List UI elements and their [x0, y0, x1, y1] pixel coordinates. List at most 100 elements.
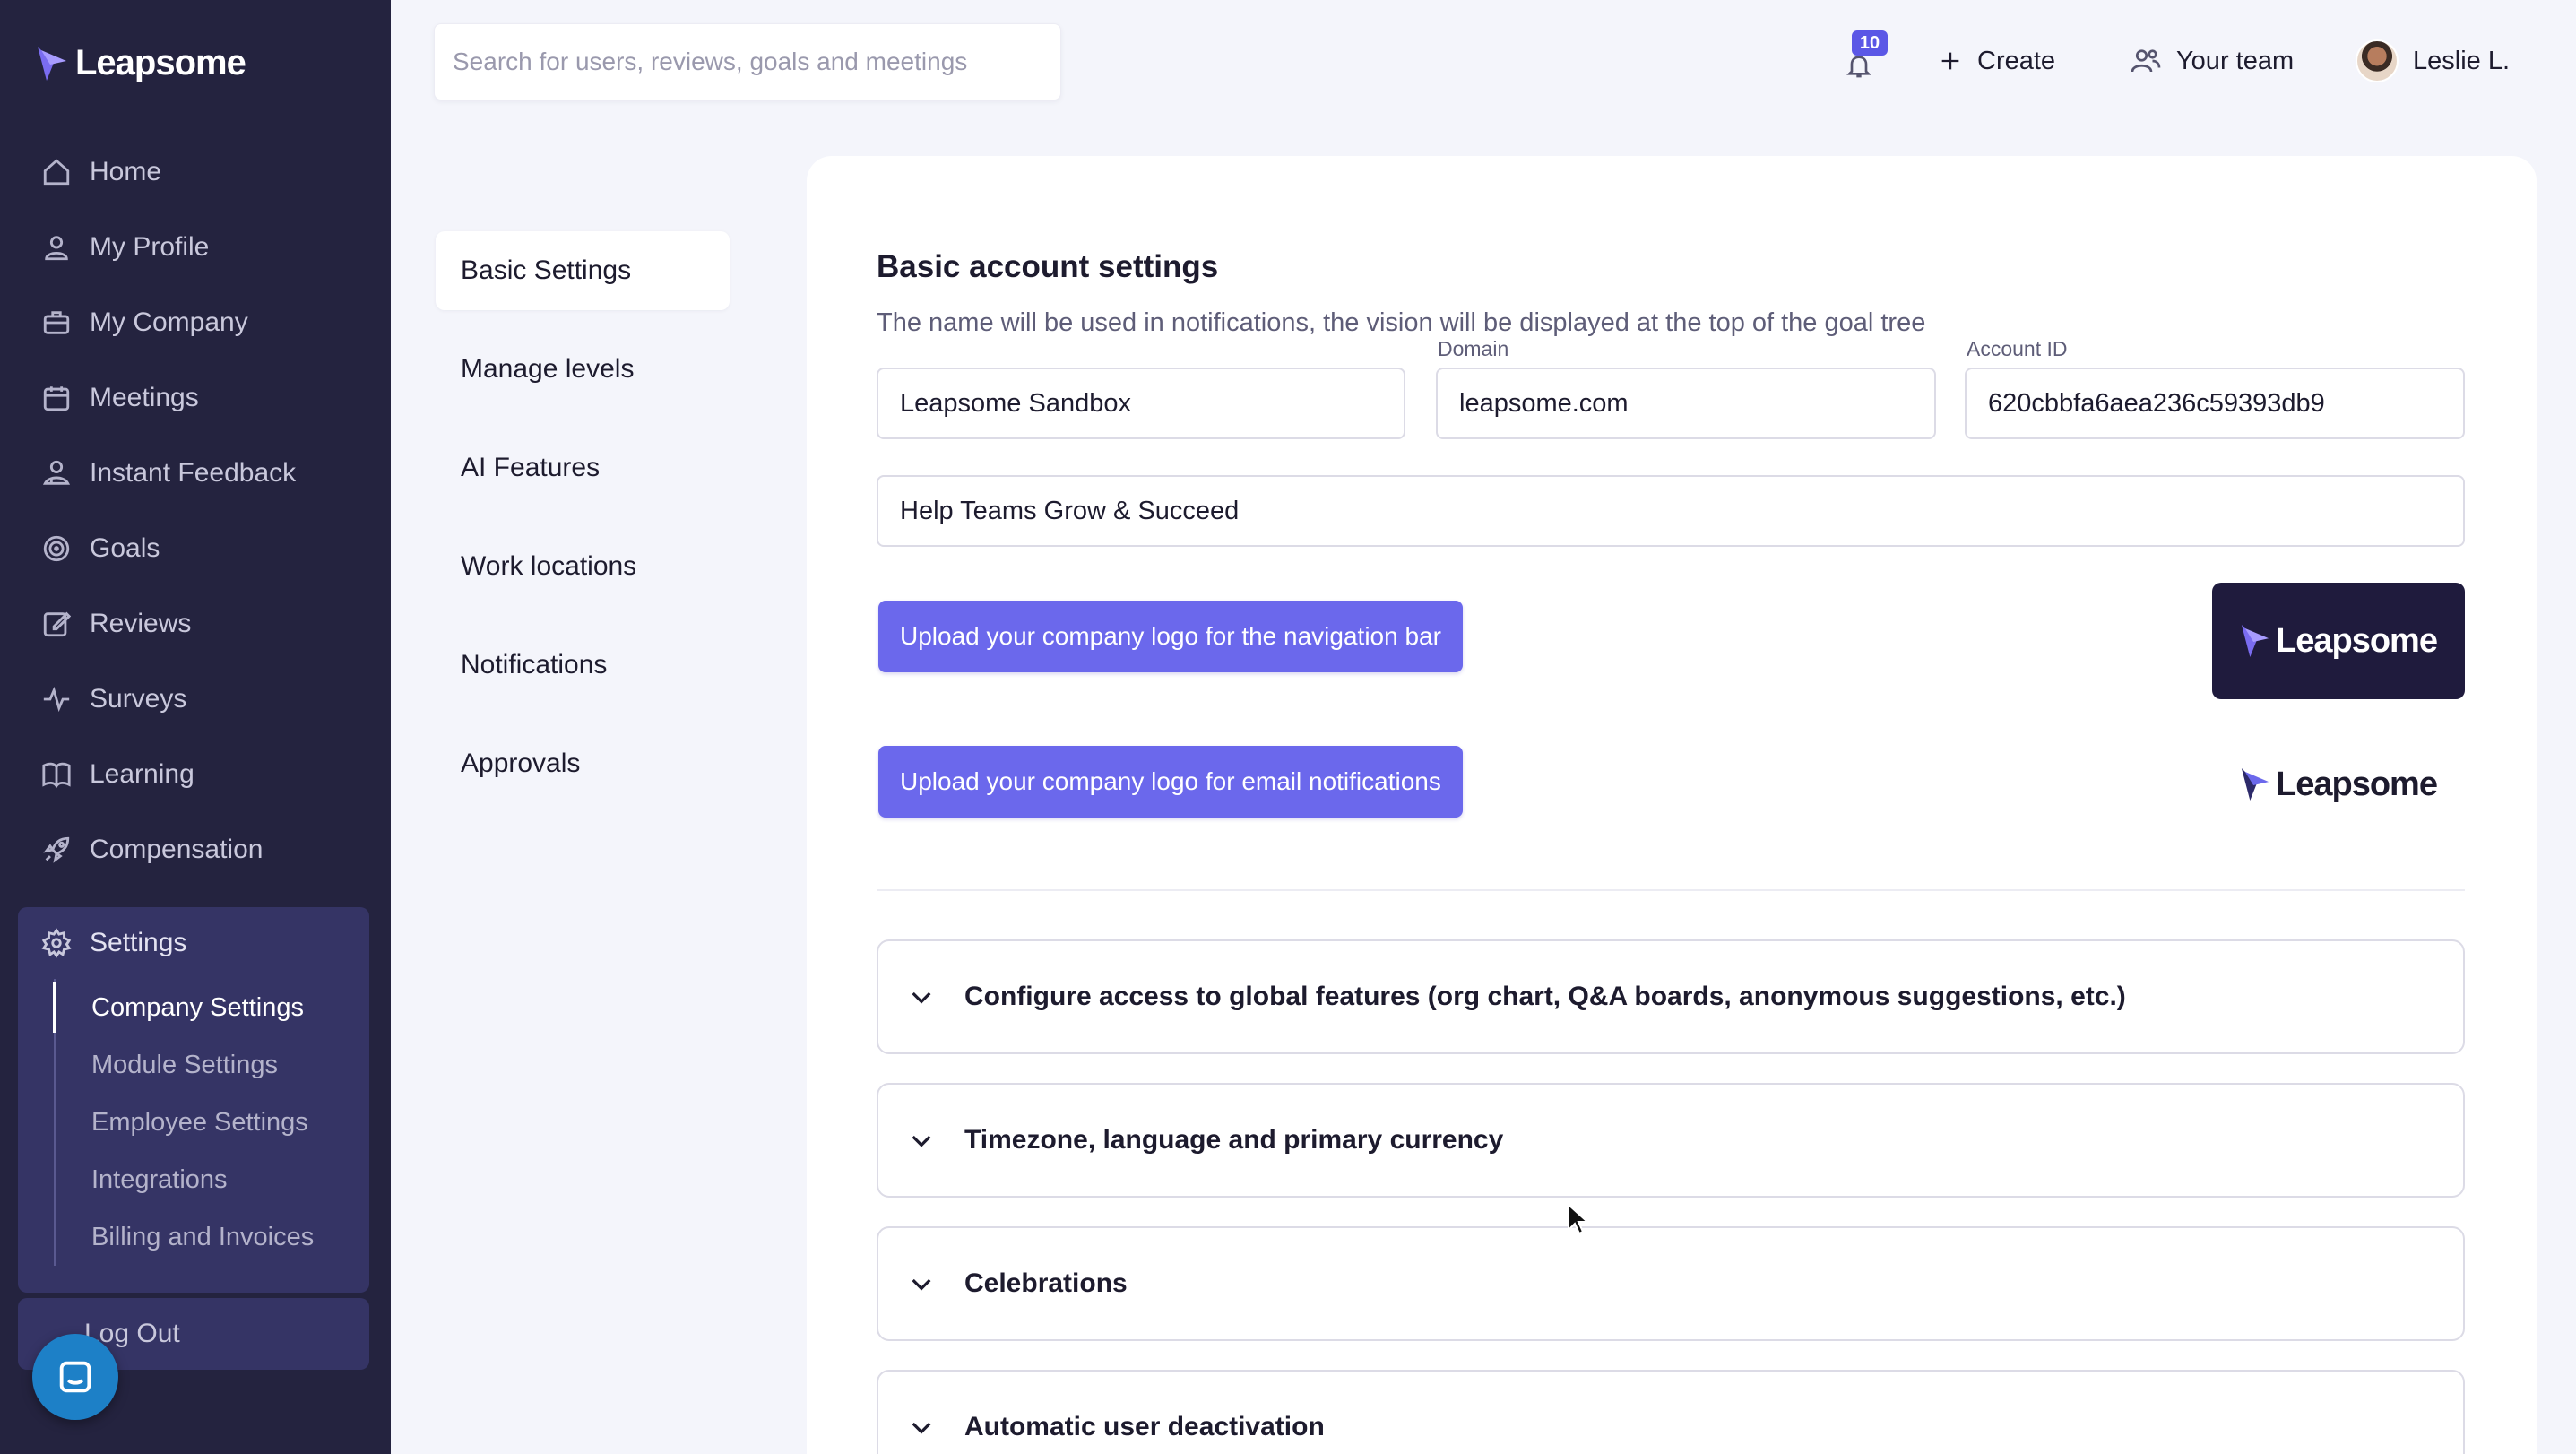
sidebar-subitem-billing-and-invoices[interactable]: Billing and Invoices	[56, 1208, 369, 1266]
upload-email-logo-button[interactable]: Upload your company logo for email notif…	[878, 746, 1463, 818]
user-menu[interactable]: Leslie L.	[2356, 36, 2510, 86]
your-team-label: Your team	[2176, 46, 2295, 75]
sidebar-item-reviews[interactable]: Reviews	[0, 586, 391, 662]
briefcase-icon	[43, 311, 70, 334]
main-nav: Home My Profile My Company Meetings Inst…	[0, 134, 391, 887]
subnav-basic-settings[interactable]: Basic Settings	[436, 231, 730, 310]
sidebar-subitem-company-settings[interactable]: Company Settings	[53, 979, 369, 1036]
sidebar-subitem-integrations[interactable]: Integrations	[56, 1151, 369, 1208]
accordion-label: Automatic user deactivation	[964, 1412, 1325, 1441]
home-icon	[43, 159, 70, 186]
account-id-input[interactable]	[1967, 369, 2463, 437]
sidebar-item-label: Compensation	[90, 835, 264, 864]
company-name-input[interactable]	[878, 369, 1404, 437]
sidebar-item-label: Instant Feedback	[90, 458, 297, 488]
subnav-approvals[interactable]: Approvals	[436, 724, 730, 803]
subnav-manage-levels[interactable]: Manage levels	[436, 330, 730, 409]
feedback-icon	[42, 460, 71, 485]
chevron-down-icon	[912, 991, 931, 1004]
team-icon	[2131, 49, 2161, 73]
chat-launcher-button[interactable]	[32, 1334, 118, 1420]
sidebar-item-label: My Company	[90, 307, 248, 337]
nav-logo-preview-text: Leapsome	[2276, 621, 2438, 660]
sidebar-item-label: Settings	[90, 928, 187, 957]
mouse-cursor-icon	[1568, 1203, 1590, 1235]
email-logo-preview-text: Leapsome	[2276, 765, 2438, 803]
sidebar-item-label: My Profile	[90, 232, 210, 262]
accordion-label: Configure access to global features (org…	[964, 982, 2126, 1011]
section-description: The name will be used in notifications, …	[877, 308, 1926, 337]
sidebar-item-settings[interactable]: Settings	[18, 907, 369, 979]
sidebar-item-goals[interactable]: Goals	[0, 511, 391, 586]
page-title: Basic account settings	[877, 249, 1219, 284]
target-icon	[43, 535, 70, 562]
domain-label: Domain	[1438, 337, 1509, 360]
sidebar-item-my-profile[interactable]: My Profile	[0, 210, 391, 285]
settings-card: Basic account settings The name will be …	[807, 156, 2537, 1454]
leapsome-bird-icon	[2241, 625, 2269, 657]
sidebar: Leapsome Home My Profile My Company Meet…	[0, 0, 391, 1454]
divider	[877, 889, 2465, 891]
search-input[interactable]	[435, 24, 1060, 100]
subnav-notifications[interactable]: Notifications	[436, 626, 730, 705]
chevron-down-icon	[912, 1422, 931, 1434]
sidebar-item-label: Surveys	[90, 684, 187, 714]
accordion-timezone-language-currency[interactable]: Timezone, language and primary currency	[877, 1083, 2465, 1198]
chat-icon	[59, 1361, 91, 1393]
sidebar-item-meetings[interactable]: Meetings	[0, 360, 391, 436]
sidebar-subitem-employee-settings[interactable]: Employee Settings	[56, 1094, 369, 1151]
sidebar-item-instant-feedback[interactable]: Instant Feedback	[0, 436, 391, 511]
edit-icon	[43, 611, 72, 637]
sidebar-item-learning[interactable]: Learning	[0, 737, 391, 812]
domain-field[interactable]: Domain	[1436, 337, 1936, 439]
notifications-button[interactable]: 10	[1839, 30, 1893, 90]
sidebar-item-surveys[interactable]: Surveys	[0, 662, 391, 737]
create-label: Create	[1977, 46, 2056, 75]
vision-field[interactable]	[877, 475, 2465, 547]
sidebar-item-label: Learning	[90, 759, 194, 789]
logo-text: Leapsome	[75, 43, 246, 82]
your-team-button[interactable]: Your team	[2130, 36, 2294, 86]
domain-input[interactable]	[1438, 369, 1934, 437]
gear-icon	[41, 928, 72, 958]
accordion-label: Celebrations	[964, 1268, 1128, 1298]
global-search[interactable]	[434, 23, 1061, 100]
company-name-field[interactable]	[877, 368, 1405, 439]
settings-subnav: Basic Settings Manage levels AI Features…	[436, 231, 730, 823]
settings-sub-list: Company Settings Module Settings Employe…	[53, 979, 369, 1266]
leapsome-bird-icon	[2241, 768, 2269, 801]
sidebar-subitem-module-settings[interactable]: Module Settings	[56, 1036, 369, 1094]
avatar	[2356, 39, 2399, 82]
chevron-down-icon	[912, 1135, 931, 1147]
sidebar-item-home[interactable]: Home	[0, 134, 391, 210]
sidebar-item-compensation[interactable]: Compensation	[0, 812, 391, 887]
accordion-label: Timezone, language and primary currency	[964, 1125, 1504, 1155]
subnav-ai-features[interactable]: AI Features	[436, 428, 730, 507]
create-button[interactable]: Create	[1938, 36, 2055, 86]
settings-group: Settings Company Settings Module Setting…	[18, 907, 369, 1293]
accordion-global-features[interactable]: Configure access to global features (org…	[877, 939, 2465, 1054]
user-name: Leslie L.	[2413, 46, 2511, 75]
calendar-icon	[43, 386, 70, 411]
sidebar-item-label: Home	[90, 157, 162, 186]
vision-input[interactable]	[878, 477, 2463, 545]
book-icon	[42, 762, 71, 789]
user-icon	[45, 236, 68, 261]
sidebar-item-label: Reviews	[90, 609, 192, 638]
notifications-badge: 10	[1852, 30, 1888, 56]
accordion-automatic-user-deactivation[interactable]: Automatic user deactivation	[877, 1370, 2465, 1454]
leapsome-bird-icon	[38, 46, 66, 81]
rocket-icon	[43, 836, 70, 863]
app-logo[interactable]: Leapsome	[36, 43, 246, 83]
chevron-down-icon	[912, 1278, 931, 1291]
accordion-celebrations[interactable]: Celebrations	[877, 1226, 2465, 1341]
sidebar-item-label: Goals	[90, 533, 160, 563]
upload-nav-logo-button[interactable]: Upload your company logo for the navigat…	[878, 601, 1463, 672]
nav-logo-preview: Leapsome	[2212, 583, 2465, 699]
email-logo-preview: Leapsome	[2212, 726, 2465, 843]
sidebar-item-label: Meetings	[90, 383, 199, 412]
sidebar-item-my-company[interactable]: My Company	[0, 285, 391, 360]
subnav-work-locations[interactable]: Work locations	[436, 527, 730, 606]
account-id-field[interactable]: Account ID	[1965, 337, 2465, 439]
pulse-icon	[43, 686, 70, 713]
